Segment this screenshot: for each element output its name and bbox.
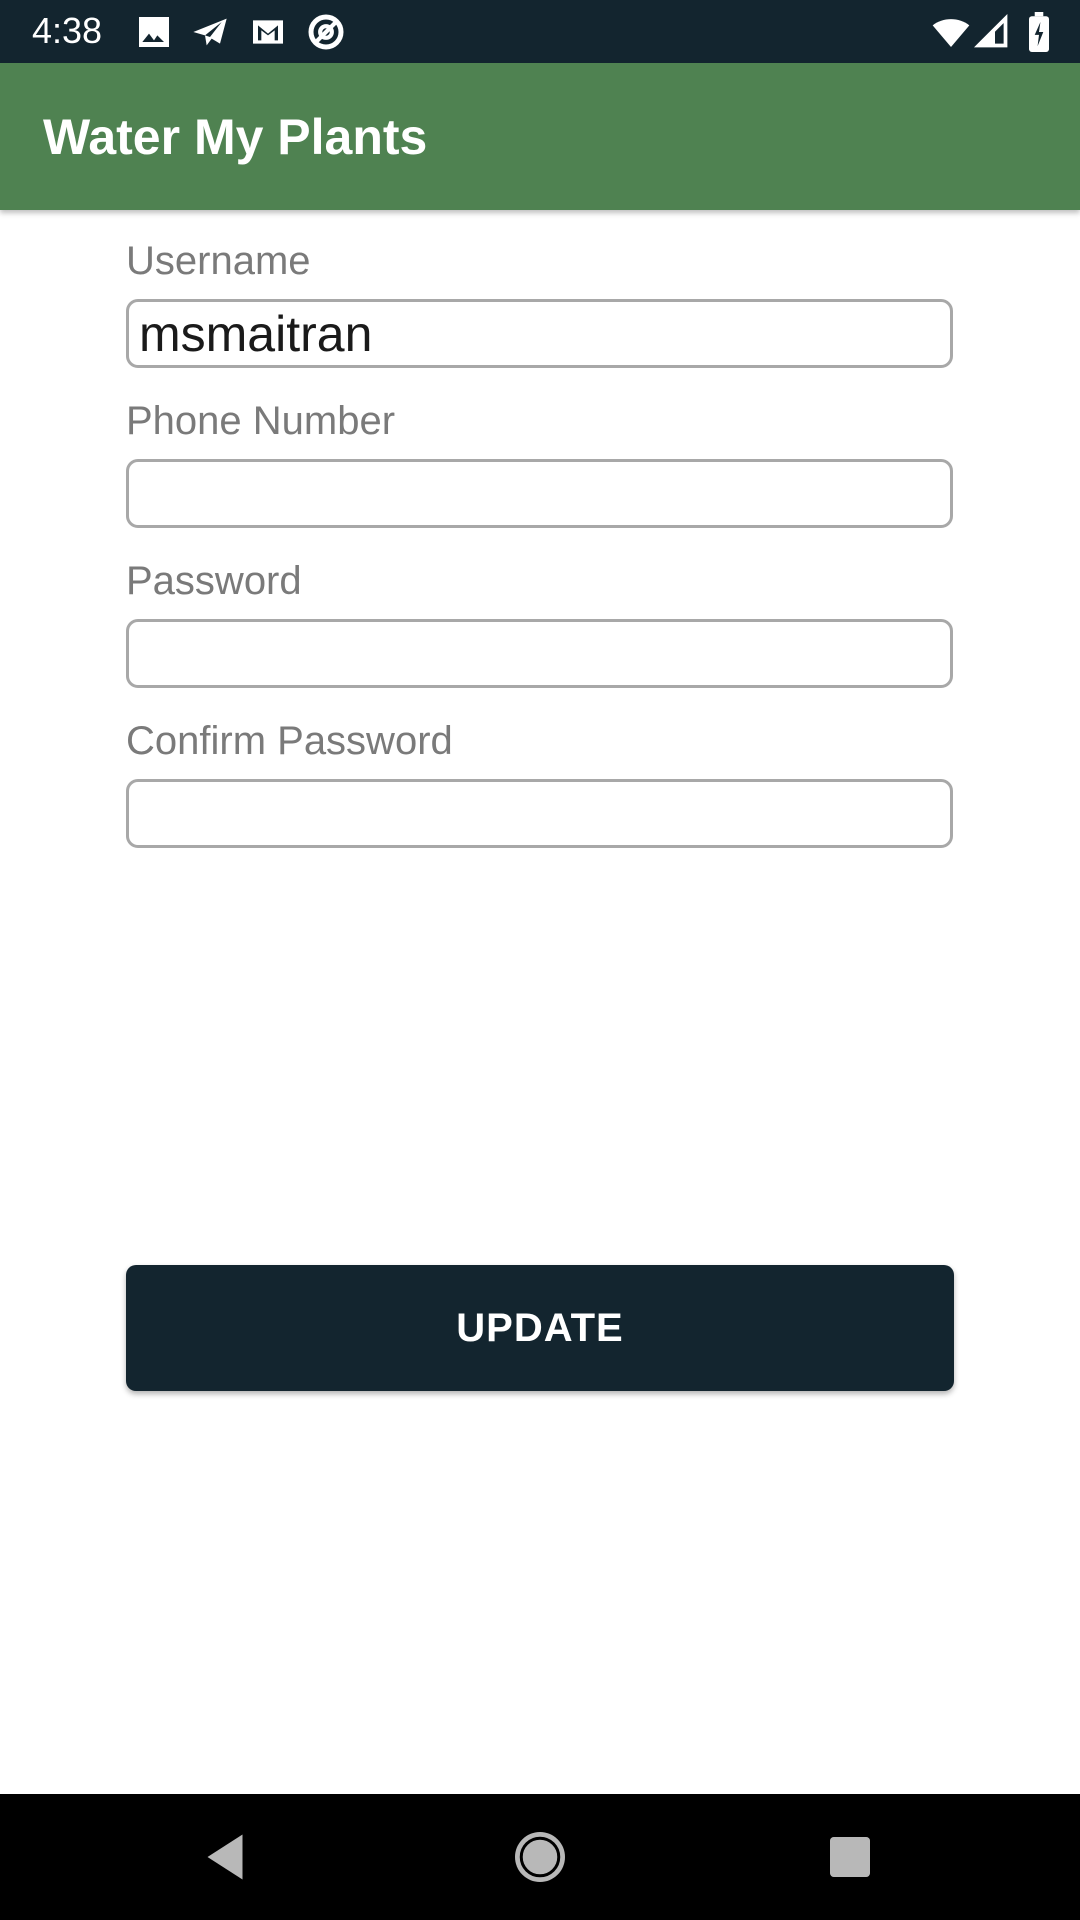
username-label: Username [126,239,311,283]
recents-icon[interactable] [820,1827,880,1887]
gmail-icon [248,12,288,52]
app-title: Water My Plants [43,109,428,165]
update-button[interactable]: UPDATE [126,1265,954,1391]
password-input[interactable] [126,619,953,688]
cell-signal-icon [974,12,1010,52]
at-sign-icon [306,12,346,52]
app-bar: Water My Plants [0,63,1080,210]
phone-number-label: Phone Number [126,399,396,443]
status-time: 4:38 [32,10,103,51]
wifi-icon [930,12,972,52]
confirm-password-input[interactable] [126,779,953,848]
image-icon [134,12,174,52]
back-icon[interactable] [195,1827,255,1887]
username-input[interactable] [126,299,953,368]
send-icon [190,12,230,52]
status-bar: 4:38 [0,0,1080,63]
password-label: Password [126,559,302,603]
phone-number-input[interactable] [126,459,953,528]
battery-charging-icon [1024,12,1054,52]
confirm-password-label: Confirm Password [126,719,453,763]
navigation-bar [0,1794,1080,1920]
home-icon[interactable] [510,1827,570,1887]
